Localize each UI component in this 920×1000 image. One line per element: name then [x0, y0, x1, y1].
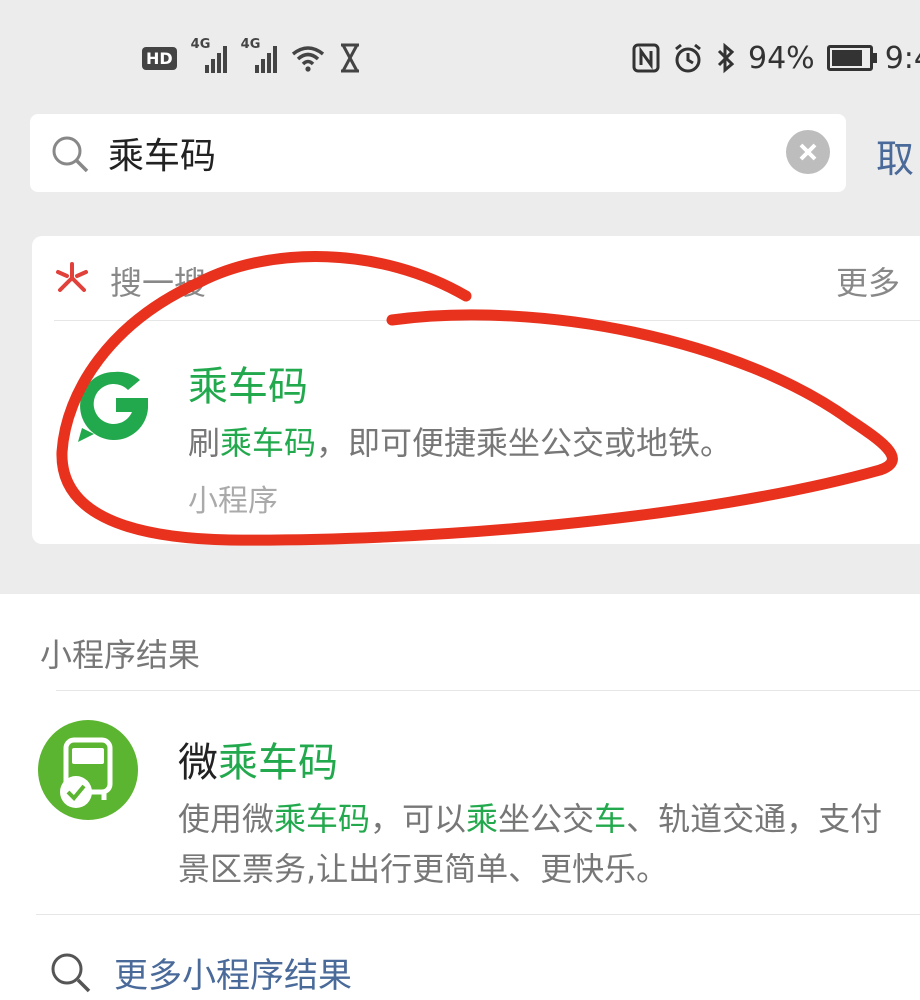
wifi-icon [291, 46, 324, 72]
bluetooth-icon [717, 42, 735, 74]
more-results-label: 更多小程序结果 [114, 955, 352, 996]
divider [56, 690, 920, 691]
more-mini-program-results-link[interactable]: 更多小程序结果 [48, 950, 352, 996]
battery-percent: 94% [748, 40, 815, 76]
cancel-button[interactable]: 取 [876, 128, 914, 183]
mini-program-description-line2: 景区票务,让出行更简单、更快乐。 [178, 850, 669, 888]
status-left-icons: HD 4G 4G [142, 36, 361, 80]
divider [54, 320, 920, 321]
clear-search-button[interactable] [786, 130, 830, 174]
mini-program-title: 微乘车码 [178, 740, 338, 786]
sou-yi-sou-card: 搜一搜 更多 乘车码 刷乘车码，即可便捷乘坐公交或地铁。 小程序 [32, 236, 920, 544]
signal-icon: 4G [191, 37, 227, 73]
hd-icon: HD [142, 46, 177, 70]
card-header: 搜一搜 更多 [32, 236, 920, 320]
hourglass-icon [340, 43, 359, 73]
search-input[interactable] [108, 128, 788, 178]
more-link[interactable]: 更多 [836, 258, 900, 304]
wei-cheche-ma-logo-icon [38, 720, 138, 820]
section-title: 小程序结果 [40, 636, 201, 674]
result-description: 刷乘车码，即可便捷乘坐公交或地铁。 [188, 424, 733, 462]
result-title: 乘车码 [188, 364, 308, 410]
signal-icon: 4G [241, 37, 277, 73]
sou-yi-sou-icon [56, 262, 88, 292]
search-icon [51, 953, 91, 993]
mini-program-description: 使用微乘车码，可以乘坐公交车、轨道交通，支付 [178, 800, 883, 838]
divider [36, 914, 920, 915]
result-type-label: 小程序 [188, 484, 278, 519]
search-box[interactable] [30, 114, 846, 192]
alarm-icon [675, 43, 701, 73]
status-right-icons: 94% 9:4 [632, 36, 920, 80]
search-icon [52, 136, 89, 173]
nfc-icon [632, 43, 660, 73]
battery-icon [826, 45, 877, 71]
cheche-ma-logo-icon [78, 371, 148, 442]
status-bar: HD 4G 4G 94% 9: [0, 0, 920, 110]
mini-program-results-section: 小程序结果 微乘车码 使用微乘车码，可以乘坐公交车、轨道交通，支付 景区票务,让… [0, 594, 920, 1000]
card-title: 搜一搜 [110, 264, 207, 302]
clock: 9:4 [884, 40, 920, 76]
close-icon [799, 143, 817, 161]
